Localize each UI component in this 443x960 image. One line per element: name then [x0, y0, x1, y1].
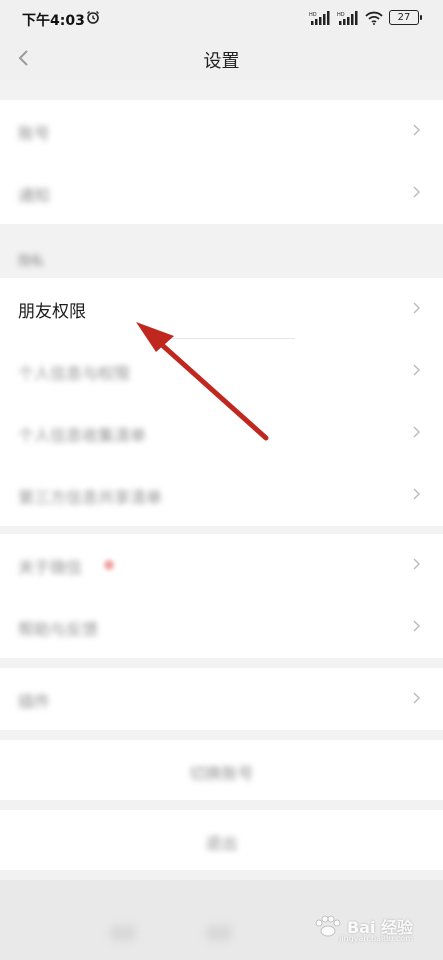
status-bar: 下午4:03 HD HD 27	[0, 0, 443, 38]
settings-section-4: 插件	[0, 668, 443, 730]
watermark-subtext: jingyan.baidu.com	[339, 934, 413, 943]
settings-row-third-party[interactable]: 第三方信息共享清单	[0, 464, 443, 526]
logout-label: 退出	[205, 834, 238, 853]
switch-account-label: 切换账号	[189, 764, 254, 783]
settings-row-personal-info[interactable]: 个人信息与权限	[0, 340, 443, 402]
chevron-right-icon	[413, 186, 421, 198]
alarm-icon	[87, 11, 99, 24]
chevron-right-icon	[413, 364, 421, 376]
battery-icon: 27	[389, 10, 422, 25]
chevron-right-icon	[413, 692, 421, 704]
wifi-icon	[365, 11, 383, 25]
status-time: 下午4:03	[22, 13, 85, 29]
row-label: 账号	[18, 124, 51, 143]
row-label: 关于微信	[18, 558, 83, 577]
chevron-right-icon	[413, 426, 421, 438]
settings-row-plugins[interactable]: 插件	[0, 668, 443, 730]
row-label: 帮助与反馈	[18, 620, 99, 639]
signal-icon-2: HD	[337, 10, 358, 25]
settings-row-account[interactable]: 账号	[0, 100, 443, 162]
row-label: 第三方信息共享清单	[18, 488, 163, 507]
red-dot-badge	[104, 560, 114, 570]
nav-button-2[interactable]	[206, 925, 232, 941]
settings-section-1: 账号 通知	[0, 100, 443, 224]
row-divider	[160, 338, 295, 339]
settings-row-help[interactable]: 帮助与反馈	[0, 596, 443, 658]
group-label-privacy: 隐私	[18, 254, 45, 269]
settings-section-2: 朋友权限 个人信息与权限 个人信息收集清单 第三方信息共享清单	[0, 278, 443, 526]
nav-button-1[interactable]	[110, 925, 136, 941]
chevron-right-icon	[413, 124, 421, 136]
settings-row-info-collection[interactable]: 个人信息收集清单	[0, 402, 443, 464]
logout-button[interactable]: 退出	[0, 810, 443, 870]
nav-header: 设置	[0, 38, 443, 80]
chevron-right-icon	[413, 558, 421, 570]
svg-text:HD: HD	[337, 12, 345, 18]
row-label: 通知	[18, 186, 51, 205]
settings-section-3: 关于微信 帮助与反馈	[0, 534, 443, 658]
chevron-right-icon	[413, 488, 421, 500]
row-label: 插件	[18, 692, 51, 711]
settings-row-about[interactable]: 关于微信	[0, 534, 443, 596]
chevron-right-icon	[413, 302, 421, 314]
switch-account-button[interactable]: 切换账号	[0, 740, 443, 800]
chevron-right-icon	[413, 620, 421, 632]
svg-text:HD: HD	[309, 12, 317, 18]
signal-icon: HD	[309, 10, 330, 25]
status-indicators: HD HD 27	[309, 10, 422, 25]
page-title: 设置	[203, 51, 240, 72]
baidu-jingyan-watermark: Bai 经验 jingyan.baidu.com	[311, 914, 413, 943]
row-label: 个人信息收集清单	[18, 426, 147, 445]
settings-row-notifications[interactable]: 通知	[0, 162, 443, 224]
row-label: 个人信息与权限	[18, 364, 131, 383]
settings-row-friend-permissions[interactable]: 朋友权限	[0, 278, 443, 340]
row-label-friend-permissions: 朋友权限	[18, 302, 86, 322]
